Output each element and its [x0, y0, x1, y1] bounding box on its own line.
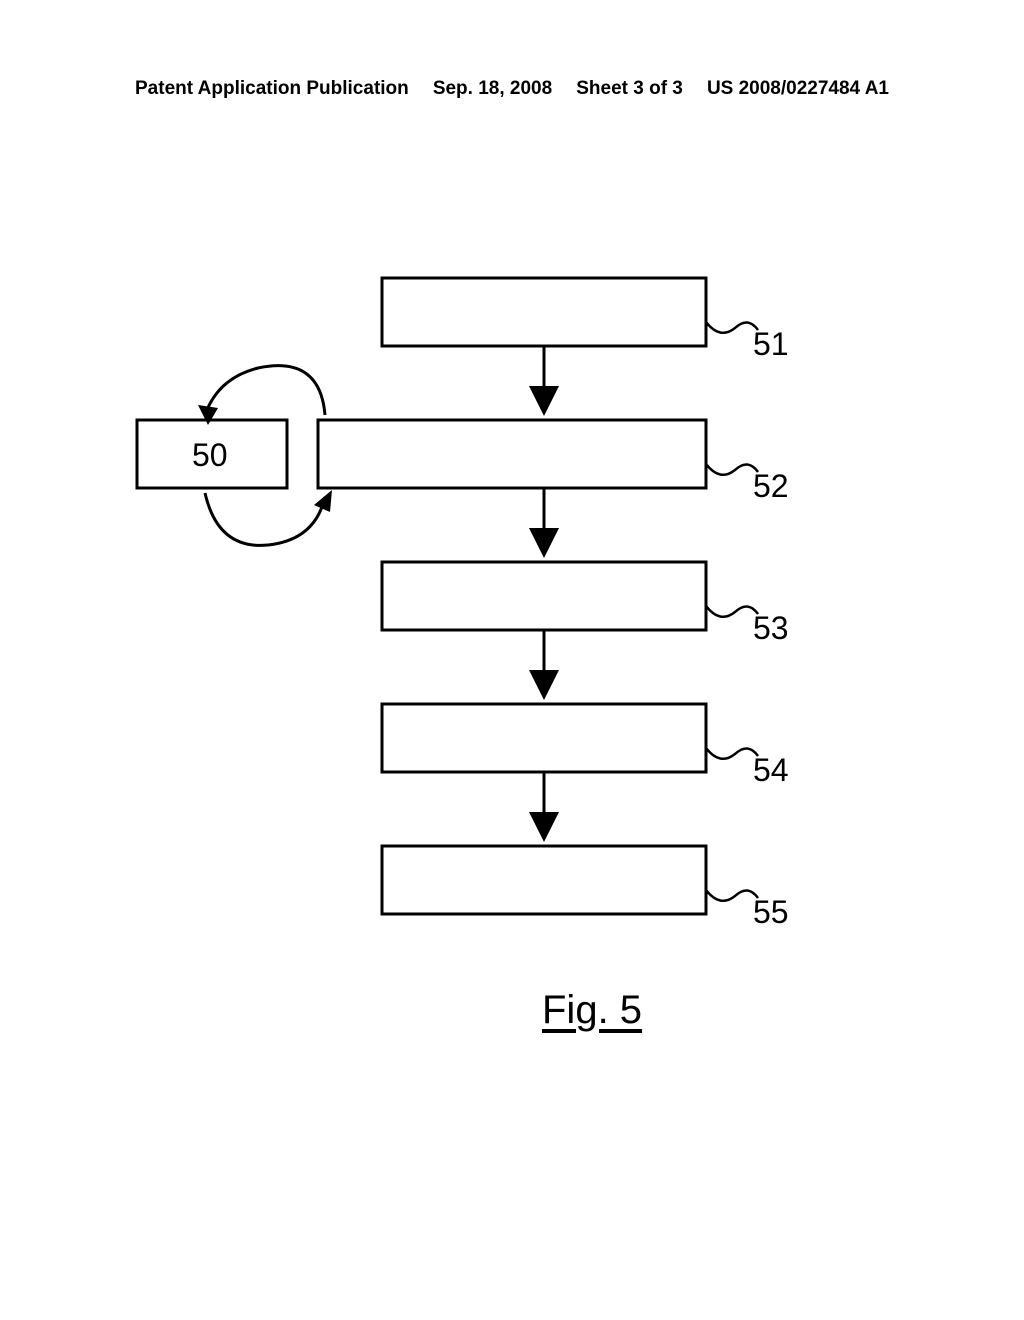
flowchart-box-53: [382, 562, 706, 630]
label-52: 52: [753, 468, 789, 504]
curved-arrow-bottom: [205, 493, 325, 545]
leader-line-52: [706, 464, 758, 475]
figure-caption: Fig. 5: [542, 988, 642, 1033]
label-50: 50: [192, 437, 228, 473]
leader-line-54: [706, 748, 758, 759]
label-53: 53: [753, 610, 789, 646]
label-55: 55: [753, 894, 789, 930]
flowchart-box-52: [318, 420, 706, 488]
curved-arrow-top: [205, 366, 325, 415]
leader-line-53: [706, 606, 758, 617]
label-51: 51: [753, 326, 789, 362]
flowchart-diagram: 51 52 50 53 54 55: [0, 0, 1024, 1320]
flowchart-box-54: [382, 704, 706, 772]
leader-line-51: [706, 322, 758, 333]
leader-line-55: [706, 890, 758, 901]
flowchart-box-51: [382, 278, 706, 346]
arrowhead-bottom: [314, 490, 332, 512]
flowchart-box-55: [382, 846, 706, 914]
label-54: 54: [753, 752, 789, 788]
